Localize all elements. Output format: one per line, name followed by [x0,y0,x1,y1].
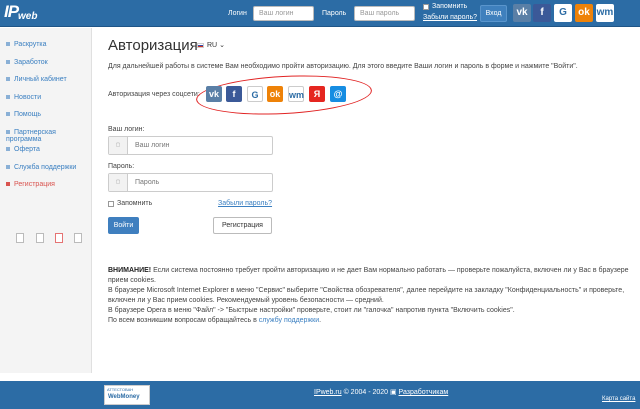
developers-link[interactable]: Разработчикам [399,389,449,396]
login-placeholder: Ваш логин [135,142,170,149]
page-title: Авторизация [108,37,198,54]
sidebar-item-label: Партнерская программа [6,128,56,143]
language-code: RU [207,42,218,49]
sidebar-item[interactable]: Регистрация [6,181,55,188]
sidebar-square-2[interactable] [36,233,44,243]
user-icon: ▢ [109,137,128,154]
badge-top-text: АТТЕСТОВАН [107,387,134,392]
sidebar-item-label: Раскрутка [14,41,47,48]
bullet-icon [6,182,10,187]
sidebar-square-4[interactable] [74,233,82,243]
bullet-icon [6,164,10,169]
remember-checkbox[interactable] [108,201,114,207]
site-link[interactable]: IPweb.ru [314,389,342,396]
sidebar-item-label: Заработок [14,58,48,66]
sitemap-link[interactable]: Карта сайта [602,396,635,402]
sidebar-item[interactable]: Оферта [6,146,40,153]
login-button[interactable]: Войти [108,217,139,234]
chevron-down-icon: ⌄ [217,42,225,49]
header-remember-label: Запомнить [432,3,468,10]
sidebar-item[interactable]: Заработок [6,59,48,66]
password-input[interactable]: ▢ Пароль [108,173,273,192]
sidebar-item[interactable]: Служба поддержки [6,164,76,171]
bullet-icon [6,77,10,82]
header-vk-icon[interactable]: vk [513,4,531,22]
warning-text-3: В браузере Opera в меню "Файл" -> "Быстр… [108,307,515,314]
bullet-icon [6,112,10,117]
webmoney-attested-badge[interactable]: АТТЕСТОВАН WebMoney [104,385,150,405]
warning-text-end: . [319,317,322,324]
bullet-icon [6,147,10,152]
support-link[interactable]: службу поддержки [259,317,319,324]
warning-heading: ВНИМАНИЕ! [108,267,152,274]
password-label: Пароль: [108,163,135,170]
forgot-password-link[interactable]: Забыли пароль? [218,200,272,207]
header-facebook-icon[interactable]: f [533,4,551,22]
copyright: IPweb.ru © 2004 - 2020 ▣ Разработчикам [314,388,448,396]
sidebar: Раскрутка Заработок Личный кабинет Новости П… [0,28,92,373]
social-login-label: Авторизация через соцсети: [108,91,200,98]
header-login-label: Логин [228,10,247,17]
odnoklassniki-icon[interactable]: ok [267,86,283,102]
sidebar-item[interactable]: Партнерская программа [6,129,91,143]
vk-icon[interactable]: vk [206,86,222,102]
copyright-text: © 2004 - 2020 [341,389,390,396]
sidebar-item[interactable]: Раскрутка [6,41,47,48]
sidebar-item-label: Регистрация [14,181,55,188]
bullet-icon [6,59,10,64]
lock-icon: ▢ [109,174,128,191]
login-input[interactable]: ▢ Ваш логин [108,136,273,155]
intro-text: Для дальнейшей работы в системе Вам необ… [108,63,578,70]
header-password-input[interactable]: Ваш пароль [354,6,415,21]
mailru-icon[interactable]: @ [330,86,346,102]
sidebar-item-label: Оферта [14,146,40,153]
header-webmoney-icon[interactable]: wm [596,4,614,22]
webmoney-icon[interactable]: wm [288,86,304,102]
ipweb-logo[interactable]: IP web [4,2,42,25]
header-enter-button[interactable]: Вход [480,5,507,22]
facebook-icon[interactable]: f [226,86,242,102]
top-bar: IP web Логин Ваш логин Пароль Ваш пароль… [0,0,640,27]
bullet-icon [6,94,10,99]
warning-text-4: По всем возникшим вопросам обращайтесь в [108,317,259,324]
sidebar-item-label: Новости [14,93,42,101]
warning-text-1: Если система постоянно требует пройти ав… [108,267,629,284]
google-icon[interactable]: G [247,86,263,102]
register-button[interactable]: Регистрация [213,217,272,234]
logo-ip-text: IP [4,2,19,21]
russia-flag-icon [197,42,204,48]
header-password-label: Пароль [322,10,347,17]
sidebar-item-label: Помощь [14,111,42,118]
sidebar-item[interactable]: Помощь [6,111,41,118]
dev-icon: ▣ [389,389,399,396]
header-login-input[interactable]: Ваш логин [253,6,314,21]
header-forgot-link[interactable]: Забыли пароль? [423,14,477,21]
remember-label: Запомнить [117,200,153,207]
bullet-icon [6,42,10,47]
badge-name-text: WebMoney [108,394,140,400]
bullet-icon [6,129,10,134]
sidebar-item[interactable]: Новости [6,94,41,101]
language-select[interactable]: RU ⌄ [197,41,225,49]
login-label: Ваш логин: [108,126,145,133]
sidebar-item-label: Служба поддержки [14,163,77,171]
sidebar-item[interactable]: Личный кабинет [6,76,67,83]
yandex-icon[interactable]: Я [309,86,325,102]
sidebar-item-label: Личный кабинет [14,76,67,83]
cookie-warning: ВНИМАНИЕ! Если система постоянно требует… [108,266,633,326]
header-odnoklassniki-icon[interactable]: ok [575,4,593,22]
warning-text-2: В браузере Microsoft Internet Explorer в… [108,287,625,304]
sidebar-square-3[interactable] [55,233,63,243]
sidebar-square-1[interactable] [16,233,24,243]
footer: АТТЕСТОВАН WebMoney IPweb.ru © 2004 - 20… [0,381,640,409]
password-placeholder: Пароль [135,179,160,186]
logo-web-text: web [18,11,38,22]
header-remember-checkbox[interactable] [423,4,429,10]
header-google-icon[interactable]: G [554,4,572,22]
